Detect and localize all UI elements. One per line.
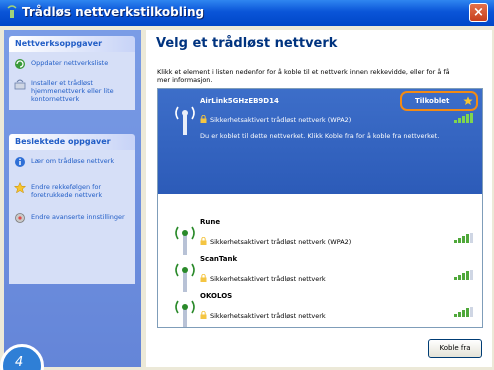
disconnect-button[interactable]: Koble fra xyxy=(428,339,482,358)
network-list[interactable]: AirLink5GHzEB9D14 Sikkerhetsaktivert trå… xyxy=(157,88,483,328)
task-sidebar: Nettverksoppgaver Oppdater nettverkslist… xyxy=(4,30,141,367)
refresh-network-list-label: Oppdater nettverksliste xyxy=(31,59,109,67)
status-badge: Tilkoblet xyxy=(400,91,478,111)
info-icon xyxy=(15,157,25,167)
wireless-signal-icon xyxy=(175,106,195,135)
signal-strength-icon xyxy=(454,233,473,243)
security-status: Sikkerhetsaktivert trådløst nettverk (WP… xyxy=(200,237,351,246)
security-status: Sikkerhetsaktivert trådløst nettverk xyxy=(200,274,326,283)
lock-icon xyxy=(200,115,207,123)
network-tasks-heading: Nettverksoppgaver xyxy=(9,36,135,52)
network-name: ScanTank xyxy=(200,255,238,263)
network-item-scantank[interactable]: ScanTank Sikkerhetsaktivert trådløst net… xyxy=(158,252,482,292)
security-status-label: Sikkerhetsaktivert trådløst nettverk (WP… xyxy=(210,238,352,246)
setup-wireless-network-label: Installer et trådløst hjemmenettverk ell… xyxy=(31,79,114,103)
change-order-link[interactable]: Endre rekkefølgen for foretrukkede nettv… xyxy=(9,180,135,202)
network-tasks-panel: Nettverksoppgaver Oppdater nettverkslist… xyxy=(9,36,135,110)
security-status: Sikkerhetsaktivert trådløst nettverk xyxy=(200,311,326,320)
learn-wireless-label: Lær om trådløse nettverk xyxy=(31,157,115,165)
refresh-icon xyxy=(15,59,25,69)
title-bar[interactable]: Trådløs nettverkstilkobling × xyxy=(0,0,494,26)
network-name: AirLink5GHzEB9D14 xyxy=(200,97,279,105)
security-status: Sikkerhetsaktivert trådløst nettverk (WP… xyxy=(200,115,351,124)
instructions-text: Klikk et element i listen nedenfor for å… xyxy=(157,68,450,84)
change-order-label: Endre rekkefølgen for foretrukkede nettv… xyxy=(31,183,103,199)
security-status-label: Sikkerhetsaktivert trådløst nettverk (WP… xyxy=(210,116,352,124)
lock-icon xyxy=(200,274,207,282)
network-item-okolos[interactable]: OKOLOS Sikkerhetsaktivert trådløst nettv… xyxy=(158,289,482,327)
page-title: Velg et trådløst nettverk xyxy=(156,36,338,51)
advanced-settings-label: Endre avanserte innstillinger xyxy=(31,213,125,221)
lock-icon xyxy=(200,311,207,319)
wireless-network-icon xyxy=(7,5,17,18)
learn-wireless-link[interactable]: Lær om trådløse nettverk xyxy=(9,154,135,168)
step-number: 4 xyxy=(15,355,24,370)
network-item-rune[interactable]: Rune Sikkerhetsaktivert trådløst nettver… xyxy=(158,215,482,255)
security-status-label: Sikkerhetsaktivert trådløst nettverk xyxy=(210,275,326,283)
connection-info-text: Du er koblet til dette nettverket. Klikk… xyxy=(200,132,440,140)
security-status-label: Sikkerhetsaktivert trådløst nettverk xyxy=(210,312,326,320)
network-name: Rune xyxy=(200,218,221,226)
setup-icon xyxy=(14,79,26,90)
related-tasks-panel: Beslektede oppgaver Lær om trådløse nett… xyxy=(9,134,135,284)
signal-strength-icon xyxy=(454,113,473,123)
signal-strength-icon xyxy=(454,270,473,280)
close-button[interactable]: × xyxy=(469,3,488,22)
star-icon xyxy=(463,96,473,105)
advanced-settings-link[interactable]: Endre avanserte innstillinger xyxy=(9,210,135,224)
wireless-connection-window: Trådløs nettverkstilkobling × Nettverkso… xyxy=(0,0,494,370)
connected-label: Tilkoblet xyxy=(415,97,450,105)
wireless-signal-icon xyxy=(175,300,195,327)
setup-wireless-network-link[interactable]: Installer et trådløst hjemmenettverk ell… xyxy=(9,76,135,106)
signal-strength-icon xyxy=(454,307,473,317)
star-icon xyxy=(14,182,26,194)
lock-icon xyxy=(200,237,207,245)
network-item-airlink[interactable]: AirLink5GHzEB9D14 Sikkerhetsaktivert trå… xyxy=(158,89,482,194)
window-title: Trådløs nettverkstilkobling xyxy=(22,5,205,19)
network-selection-panel: Velg et trådløst nettverk Klikk et eleme… xyxy=(146,30,492,367)
settings-icon xyxy=(15,213,25,223)
refresh-network-list-link[interactable]: Oppdater nettverksliste xyxy=(9,56,135,70)
network-name: OKOLOS xyxy=(200,292,233,300)
related-tasks-heading: Beslektede oppgaver xyxy=(9,134,135,150)
